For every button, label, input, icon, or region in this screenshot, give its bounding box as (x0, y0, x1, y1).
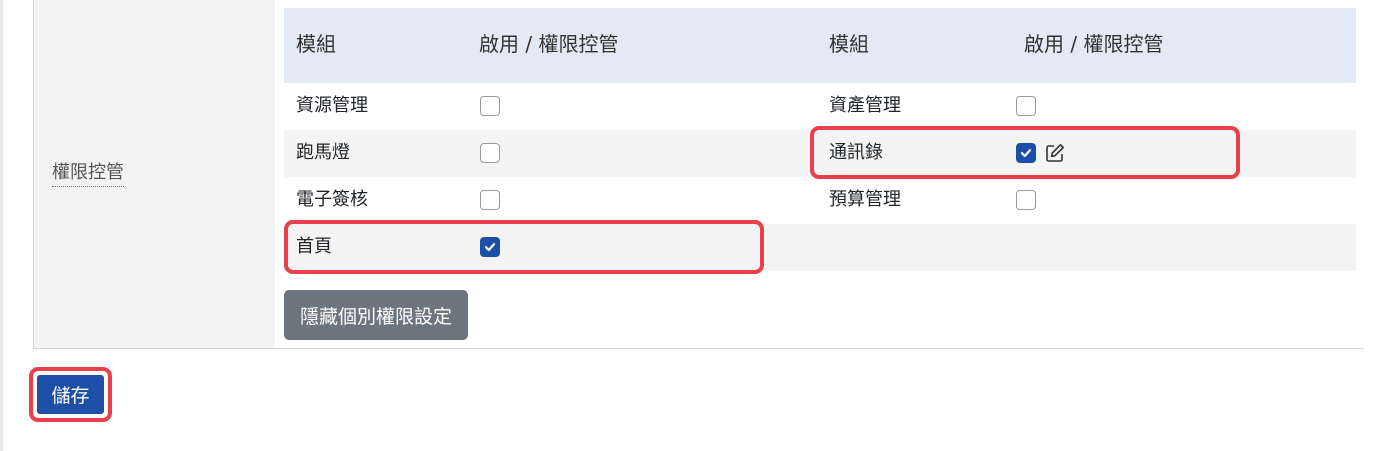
module-name: 資源管理 (296, 95, 368, 116)
module-name: 通訊錄 (829, 142, 883, 163)
table-row: 首頁 (284, 224, 1356, 271)
header-enable-2: 啟用 / 權限控管 (1024, 32, 1164, 56)
hide-individual-permissions-button[interactable]: 隱藏個別權限設定 (284, 290, 469, 340)
permission-form-panel: 權限控管 模組 啟用 / 權限控管 模組 啟用 / 權限控管 資源管理 資產管理… (33, 0, 1364, 349)
permission-table: 模組 啟用 / 權限控管 模組 啟用 / 權限控管 資源管理 資產管理 跑馬燈 … (284, 8, 1356, 340)
table-row: 跑馬燈 通訊錄 (284, 130, 1356, 177)
module-name: 資產管理 (829, 95, 901, 116)
enable-checkbox[interactable] (480, 190, 500, 210)
enable-checkbox[interactable] (1016, 190, 1036, 210)
module-name: 預算管理 (829, 189, 901, 210)
enable-checkbox[interactable] (1016, 96, 1036, 116)
module-name: 首頁 (296, 236, 332, 257)
table-row: 電子簽核 預算管理 (284, 177, 1356, 224)
save-button[interactable]: 儲存 (37, 375, 104, 414)
header-enable-1: 啟用 / 權限控管 (479, 32, 619, 56)
module-name: 跑馬燈 (296, 142, 350, 163)
enable-checkbox-checked[interactable] (480, 237, 500, 257)
header-module-2: 模組 (829, 32, 869, 56)
header-module-1: 模組 (296, 32, 336, 56)
enable-checkbox[interactable] (480, 143, 500, 163)
check-icon (484, 243, 496, 252)
permission-control-label: 權限控管 (52, 160, 124, 187)
page-left-border (0, 0, 3, 451)
field-content-cell: 模組 啟用 / 權限控管 模組 啟用 / 權限控管 資源管理 資產管理 跑馬燈 … (275, 0, 1364, 348)
table-row: 資源管理 資產管理 (284, 83, 1356, 130)
edit-icon[interactable] (1044, 142, 1066, 164)
enable-checkbox[interactable] (480, 96, 500, 116)
save-highlight-box: 儲存 (29, 367, 112, 422)
field-label-cell: 權限控管 (34, 0, 275, 348)
table-header-row: 模組 啟用 / 權限控管 模組 啟用 / 權限控管 (284, 8, 1356, 83)
enable-checkbox-checked[interactable] (1016, 143, 1036, 163)
module-name: 電子簽核 (296, 189, 368, 210)
check-icon (1020, 149, 1032, 158)
